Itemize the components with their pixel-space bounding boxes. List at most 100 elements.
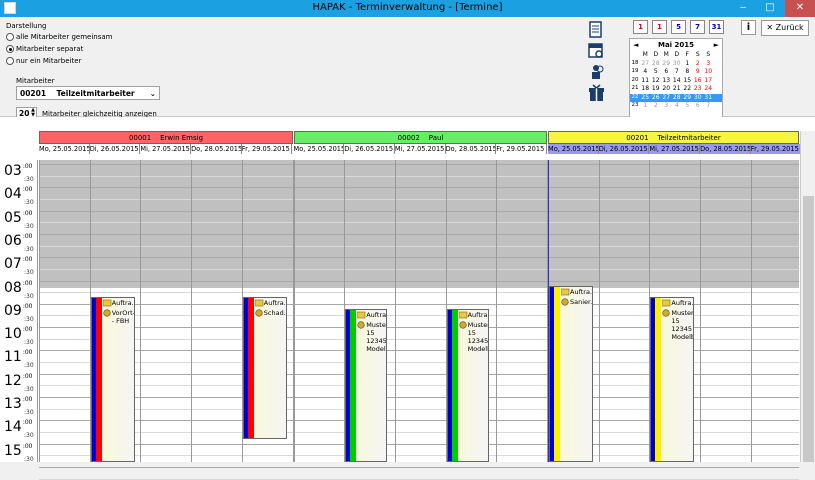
hour-gridline bbox=[39, 210, 799, 212]
view-week-button[interactable]: 7 bbox=[690, 20, 705, 34]
day-gridline bbox=[293, 160, 295, 462]
appointment-text-line: Modelbe bbox=[467, 345, 488, 353]
calendar-day[interactable]: 4 bbox=[672, 102, 683, 111]
view-day-button[interactable]: 1 bbox=[633, 20, 648, 34]
appointment-title: Auftra... bbox=[570, 288, 593, 296]
person-search-icon[interactable] bbox=[588, 63, 605, 81]
employee-header-1: 00001 Erwin Emsig bbox=[39, 131, 293, 144]
calendar-day[interactable]: 28 bbox=[651, 60, 662, 69]
calendar-day[interactable]: 27 bbox=[661, 94, 672, 103]
radio-alle-mitarbeiter[interactable]: alle Mitarbeiter gemeinsam bbox=[6, 33, 112, 41]
calendar-day[interactable]: 6 bbox=[693, 102, 704, 111]
half-hour-label: :30 bbox=[24, 269, 34, 277]
view-day-alt-button[interactable]: 1 bbox=[652, 20, 667, 34]
radio-nur-ein-mitarbeiter[interactable]: nur ein Mitarbeiter bbox=[6, 57, 81, 65]
calendar-day[interactable]: 22 bbox=[682, 85, 693, 94]
close-icon: ✕ bbox=[766, 23, 774, 32]
day-gridline bbox=[750, 160, 752, 462]
calendar-day[interactable]: 26 bbox=[651, 94, 662, 103]
calendar-day[interactable]: 16 bbox=[693, 77, 704, 86]
calendar-day[interactable]: 12 bbox=[651, 77, 662, 86]
maximize-button[interactable]: □ bbox=[757, 0, 783, 17]
close-button[interactable]: ✕ bbox=[785, 0, 815, 17]
week-number: 20 bbox=[631, 76, 639, 83]
calendar-day[interactable]: 1 bbox=[682, 60, 693, 69]
day-header: Mi, 27.05.2015 bbox=[649, 144, 701, 154]
calendar-day[interactable]: 5 bbox=[651, 68, 662, 77]
calendar-day[interactable]: 29 bbox=[682, 94, 693, 103]
calendar-day[interactable]: 4 bbox=[640, 68, 651, 77]
calendar-day[interactable]: 6 bbox=[661, 68, 672, 77]
order-icon bbox=[254, 299, 264, 307]
back-button[interactable]: ✕ Zurück bbox=[761, 20, 809, 36]
next-month-icon[interactable]: ► bbox=[714, 41, 719, 49]
calendar-day[interactable]: 15 bbox=[682, 77, 693, 86]
appointment-text-line: Modelbe bbox=[366, 345, 386, 353]
calendar-day[interactable]: 18 bbox=[640, 85, 651, 94]
minimize-button[interactable]: ‒ bbox=[730, 0, 756, 17]
appointment-title: Auftra... bbox=[263, 299, 286, 307]
calendar-day[interactable]: 8 bbox=[682, 68, 693, 77]
view-month-button[interactable]: 31 bbox=[709, 20, 724, 34]
calendar-day[interactable]: 24 bbox=[703, 85, 714, 94]
radio-dot[interactable] bbox=[6, 33, 14, 41]
calendar-day[interactable]: 30 bbox=[693, 94, 704, 103]
calendar-week-row: 20 11 12 13 14 15 16 17 bbox=[630, 77, 722, 86]
gift-icon[interactable] bbox=[588, 84, 605, 102]
half-hour-label: :30 bbox=[24, 292, 34, 300]
calendar-day[interactable]: 30 bbox=[672, 60, 683, 69]
calendar-day[interactable]: 23 bbox=[693, 85, 704, 94]
calendar-day[interactable]: 25 bbox=[640, 94, 651, 103]
hour-gridline bbox=[39, 466, 799, 468]
calendar-day[interactable]: 7 bbox=[672, 68, 683, 77]
radio-dot[interactable] bbox=[6, 57, 14, 65]
day-header: Mo, 25.05.2015 bbox=[548, 144, 599, 154]
appointment-card[interactable]: Auftra... Sanier... bbox=[549, 286, 593, 462]
calendar-day[interactable]: 21 bbox=[672, 85, 683, 94]
appointment-card[interactable]: Auftra... Musterga1512345Modelbe bbox=[650, 297, 695, 462]
hour-gridline bbox=[39, 257, 799, 259]
calendar-day[interactable]: 9 bbox=[693, 68, 704, 77]
appointment-card[interactable]: Auftra... VorOrt-Ei- FBH bbox=[90, 297, 135, 462]
calendar-day[interactable]: 19 bbox=[651, 85, 662, 94]
calendar-day[interactable]: 3 bbox=[703, 60, 714, 69]
calendar-day[interactable]: 28 bbox=[672, 94, 683, 103]
calendar-day[interactable]: 1 bbox=[640, 102, 651, 111]
calendar-day[interactable]: 20 bbox=[661, 85, 672, 94]
vertical-scrollbar[interactable] bbox=[800, 131, 815, 462]
calendar-day[interactable]: 14 bbox=[672, 77, 683, 86]
mini-calendar[interactable]: ◄ Mai 2015 ► M D M D F S S 18 27 28 29 30 1 2 3… bbox=[629, 38, 723, 118]
calendar-day[interactable]: 2 bbox=[693, 60, 704, 69]
appointment-text-line: VorOrt-Ei bbox=[111, 309, 134, 317]
prev-month-icon[interactable]: ◄ bbox=[633, 41, 638, 49]
calendar-day[interactable]: 27 bbox=[640, 60, 651, 69]
view-5-days-button[interactable]: 5 bbox=[671, 20, 686, 34]
note-icon bbox=[458, 321, 468, 329]
radio-mitarbeiter-separat[interactable]: Mitarbeiter separat bbox=[6, 45, 83, 53]
calendar-day[interactable]: 7 bbox=[703, 102, 714, 111]
document-list-icon[interactable] bbox=[588, 21, 605, 39]
calendar-day[interactable]: 10 bbox=[703, 68, 714, 77]
calendar-day[interactable]: 11 bbox=[640, 77, 651, 86]
day-header: Fr, 29.05.2015 bbox=[496, 144, 547, 154]
calendar-day[interactable]: 29 bbox=[661, 60, 672, 69]
calendar-day[interactable]: 3 bbox=[661, 102, 672, 111]
calendar-day[interactable]: 13 bbox=[661, 77, 672, 86]
half-hour-label: :30 bbox=[24, 245, 34, 253]
calendar-day[interactable]: 5 bbox=[682, 102, 693, 111]
appointment-card[interactable]: Auftra... Schad... bbox=[242, 297, 287, 439]
mitarbeiter-select[interactable]: 00201 Teilzeitmitarbeiter ⌄ bbox=[16, 86, 160, 100]
help-button[interactable]: i bbox=[741, 20, 756, 35]
appointment-card[interactable]: Auftra... Musterga1512345Modelbe bbox=[345, 309, 388, 462]
appointment-employee-bar bbox=[95, 298, 102, 461]
appointment-text-line: Musterga bbox=[467, 321, 488, 329]
note-icon bbox=[103, 309, 112, 317]
calendar-search-icon[interactable] bbox=[588, 42, 605, 60]
scrollbar-thumb[interactable] bbox=[803, 196, 814, 462]
appointment-employee-bar bbox=[247, 298, 254, 438]
appointment-card[interactable]: Auftra... Musterga1512345Modelbe bbox=[446, 309, 489, 462]
calendar-day[interactable]: 17 bbox=[703, 77, 714, 86]
radio-dot-selected[interactable] bbox=[6, 45, 14, 53]
calendar-day[interactable]: 2 bbox=[651, 102, 662, 111]
calendar-day[interactable]: 31 bbox=[703, 94, 714, 103]
